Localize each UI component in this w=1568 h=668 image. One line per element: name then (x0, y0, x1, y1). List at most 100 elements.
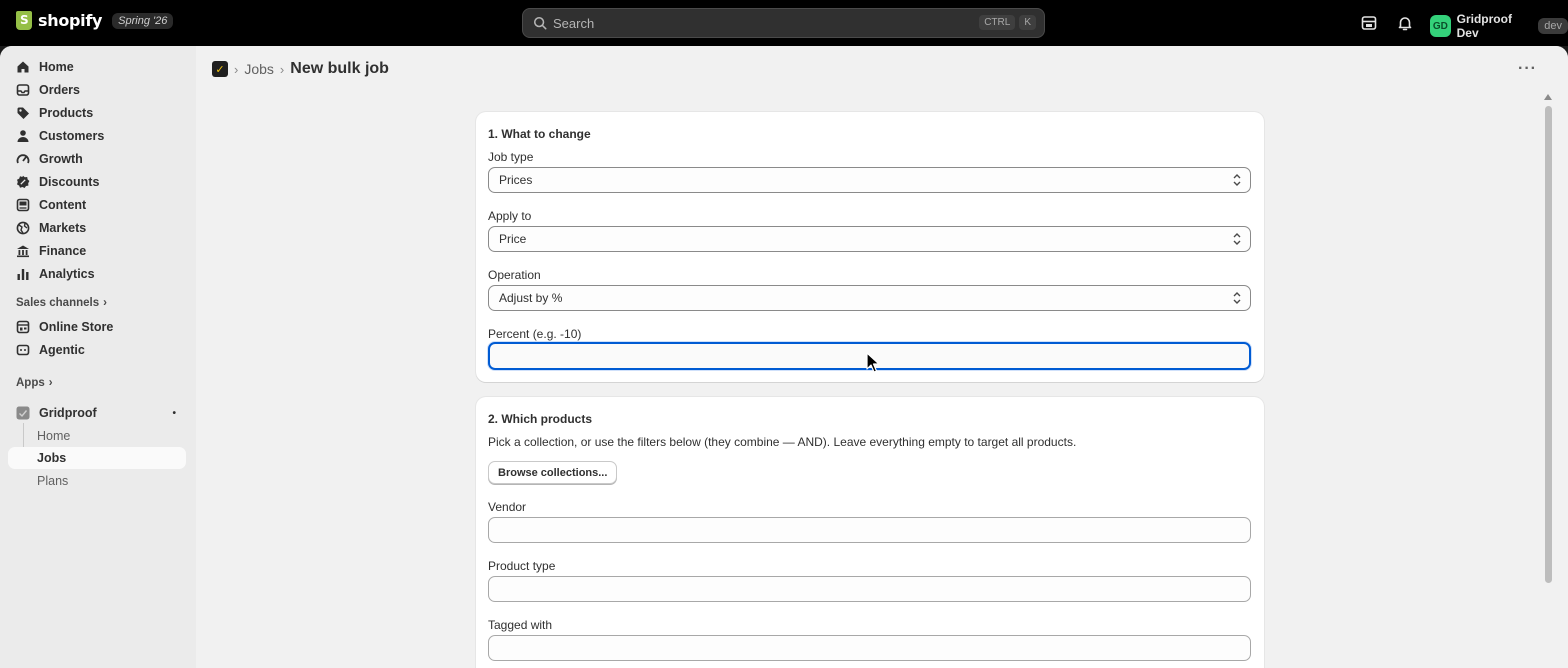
sidebar-subitem-jobs[interactable]: Jobs (8, 447, 186, 469)
apply-to-value: Price (499, 232, 527, 246)
percent-label: Percent (e.g. -10) (488, 327, 582, 341)
breadcrumb-separator: › (279, 61, 285, 77)
job-type-value: Prices (499, 173, 533, 187)
chevron-right-icon: › (48, 377, 53, 389)
sidebar-subitem-plans[interactable]: Plans (8, 470, 186, 492)
sales-channels-header[interactable]: Sales channels › (16, 297, 107, 309)
search-icon (533, 16, 547, 30)
main-content: ✓ › Jobs › New bulk job ··· 1. What to c… (196, 46, 1568, 668)
sidebar-subitem-label: Jobs (37, 451, 67, 465)
sidebar-item-label: Content (39, 198, 87, 212)
edition-badge: Spring '26 (112, 12, 174, 29)
apps-label: Apps (16, 377, 45, 389)
search-bar[interactable]: Search CTRL K (522, 8, 1045, 38)
orders-icon (16, 84, 30, 96)
sidebar-subitem-home[interactable]: Home (8, 425, 186, 447)
breadcrumb-jobs-link[interactable]: Jobs (244, 61, 274, 77)
sidebar-item-label: Customers (39, 129, 105, 143)
select-chevron-icon (1233, 174, 1241, 186)
browse-collections-button[interactable]: Browse collections... (488, 461, 618, 484)
home-icon (17, 61, 29, 73)
chevron-right-icon: › (103, 297, 107, 309)
avatar: GD (1430, 15, 1451, 37)
search-shortcut: CTRL K (979, 15, 1036, 30)
shopify-logo[interactable]: shopify Spring '26 (16, 11, 174, 30)
mouse-cursor-icon (866, 352, 880, 373)
sidebar-item-label: Orders (39, 83, 80, 97)
section-description: Pick a collection, or use the filters be… (488, 435, 1077, 449)
sidebar-item-label: Markets (39, 221, 87, 235)
store-icon (16, 320, 30, 334)
sidebar-item-growth[interactable]: Growth (8, 148, 186, 170)
shopify-bag-icon (16, 11, 32, 30)
scrollbar-thumb[interactable] (1545, 106, 1552, 583)
what-to-change-card: 1. What to change Job type Prices Apply … (476, 112, 1264, 382)
sidebar-item-home[interactable]: Home (8, 56, 186, 78)
select-chevron-icon (1233, 233, 1241, 245)
sidebar-item-gridproof[interactable]: Gridproof • (8, 402, 186, 424)
bell-icon[interactable] (1396, 14, 1414, 32)
gridproof-app-icon[interactable]: ✓ (212, 61, 228, 77)
scroll-up-arrow-icon[interactable] (1544, 94, 1552, 100)
sidebar-item-analytics[interactable]: Analytics (8, 263, 186, 285)
bank-icon (17, 245, 29, 258)
section-heading: 2. Which products (488, 412, 593, 426)
breadcrumb-separator: › (234, 61, 239, 77)
vendor-label: Vendor (488, 500, 527, 514)
tag-icon (17, 107, 29, 119)
breadcrumb: ✓ › Jobs › New bulk job (212, 60, 389, 78)
tagged-with-label: Tagged with (488, 618, 553, 632)
growth-icon (16, 154, 30, 164)
sidebar-item-finance[interactable]: Finance (8, 240, 186, 262)
search-placeholder: Search (553, 15, 595, 31)
sales-channels-label: Sales channels (16, 297, 100, 309)
job-type-select[interactable]: Prices (488, 167, 1251, 193)
discount-icon (17, 175, 30, 188)
operation-select[interactable]: Adjust by % (488, 285, 1251, 311)
operation-value: Adjust by % (499, 291, 563, 305)
top-bar: shopify Spring '26 Search CTRL K GD Grid… (0, 0, 1568, 46)
gridproof-app-icon (16, 406, 30, 420)
sidebar-item-products[interactable]: Products (8, 102, 186, 124)
which-products-card: 2. Which products Pick a collection, or … (476, 397, 1264, 668)
pin-dot-icon[interactable]: • (172, 408, 176, 419)
apply-to-label: Apply to (488, 209, 532, 223)
agent-icon (16, 344, 30, 356)
operation-label: Operation (488, 268, 541, 282)
sidebar-item-discounts[interactable]: Discounts (8, 171, 186, 193)
sidebar-item-markets[interactable]: Markets (8, 217, 186, 239)
user-name: Gridproof Dev (1456, 12, 1512, 40)
sidebar-item-label: Growth (39, 152, 83, 166)
brand-name: shopify (38, 11, 103, 30)
sidebar-item-content[interactable]: Content (8, 194, 186, 216)
person-icon (17, 130, 29, 142)
sidebar-item-customers[interactable]: Customers (8, 125, 186, 147)
sidebar-item-label: Discounts (39, 175, 100, 189)
shortcut-key-ctrl: CTRL (979, 15, 1016, 30)
sidebar-item-orders[interactable]: Orders (8, 79, 186, 101)
product-type-input[interactable] (488, 576, 1251, 602)
user-menu[interactable]: GD Gridproof Dev dev (1430, 12, 1568, 40)
more-actions-icon[interactable]: ··· (1518, 60, 1537, 78)
sidebar-subitem-label: Home (37, 429, 71, 443)
sidebar-item-label: Analytics (39, 267, 95, 281)
sidebar-item-label: Products (39, 106, 94, 120)
apply-to-select[interactable]: Price (488, 226, 1251, 252)
job-type-label: Job type (488, 150, 534, 164)
tagged-with-input[interactable] (488, 635, 1251, 661)
sidebar-item-label: Home (39, 60, 74, 74)
sidebar-item-label: Gridproof (39, 406, 97, 420)
store-icon[interactable] (1360, 14, 1378, 32)
section-heading: 1. What to change (488, 127, 591, 141)
sidebar-item-label: Agentic (39, 343, 85, 357)
page-title: New bulk job (290, 60, 389, 77)
sidebar-item-online-store[interactable]: Online Store (8, 316, 186, 338)
sidebar-item-agentic[interactable]: Agentic (8, 339, 186, 361)
admin-frame: Home Orders Products Customers Growth Di… (0, 46, 1568, 668)
sidebar-subitem-label: Plans (37, 474, 69, 488)
vendor-input[interactable] (488, 517, 1251, 543)
apps-header[interactable]: Apps › (16, 377, 53, 389)
sidebar-item-label: Finance (39, 244, 87, 258)
shortcut-key-k: K (1019, 15, 1036, 30)
product-type-label: Product type (488, 559, 556, 573)
